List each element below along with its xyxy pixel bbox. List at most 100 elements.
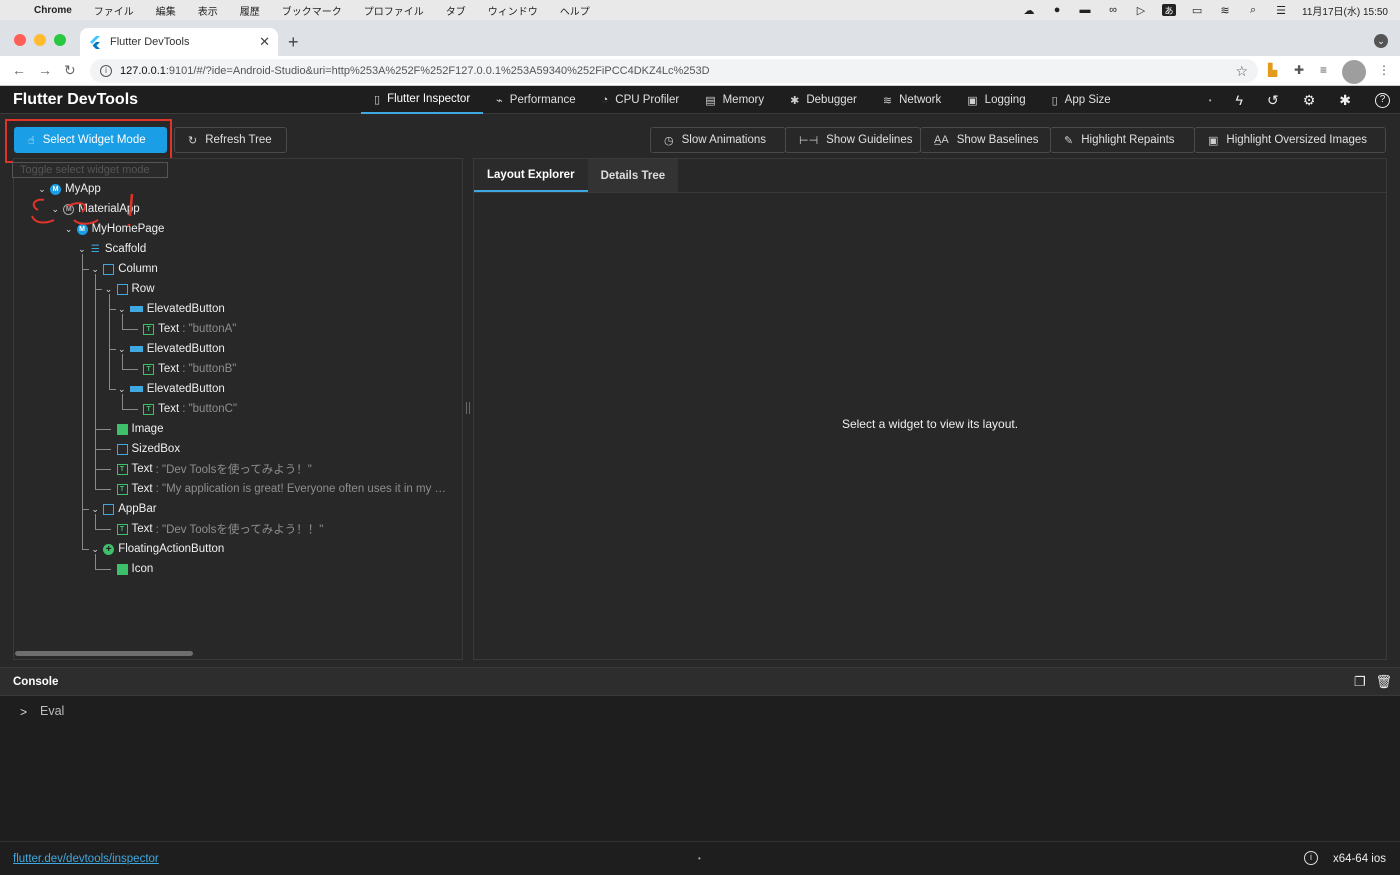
tree-node[interactable]: ⌄ ☰ Scaffold xyxy=(76,239,146,259)
tab-logging[interactable]: ▣ Logging xyxy=(954,86,1038,114)
show-guidelines-button[interactable]: ⊢⊣ Show Guidelines xyxy=(785,127,921,153)
tab-debugger[interactable]: ✱ Debugger xyxy=(777,86,870,114)
reading-list-icon[interactable]: ≡ xyxy=(1320,63,1327,77)
chevron-down-icon[interactable]: ⌄ xyxy=(89,504,101,515)
highlight-repaints-button[interactable]: ✎ Highlight Repaints xyxy=(1050,127,1195,153)
back-arrow-icon[interactable]: ← xyxy=(12,62,26,78)
hot-restart-icon[interactable]: ↺ xyxy=(1267,92,1279,109)
highlight-oversized-images-button[interactable]: ▣ Highlight Oversized Images xyxy=(1194,127,1386,153)
menu-profile[interactable]: プロファイル xyxy=(364,3,424,18)
battery-icon[interactable]: ▭ xyxy=(1190,4,1204,17)
menu-edit[interactable]: 編集 xyxy=(156,3,176,18)
tree-node[interactable]: ⌄ + FloatingActionButton xyxy=(89,539,224,559)
chrome-menu-icon[interactable]: ⋮ xyxy=(1378,63,1390,77)
menu-tab[interactable]: タブ xyxy=(446,3,466,18)
menu-window[interactable]: ウィンドウ xyxy=(488,3,538,18)
tree-node[interactable]: T Text: "My application is great! Everyon… xyxy=(103,479,446,499)
tree-node[interactable]: T Text: "buttonA" xyxy=(129,319,236,339)
menu-file[interactable]: ファイル xyxy=(94,3,134,18)
tree-node[interactable]: T Text: "buttonB" xyxy=(129,359,236,379)
copy-icon[interactable]: ❐ xyxy=(1354,674,1366,690)
chevron-down-icon[interactable]: ⌄ xyxy=(76,244,88,255)
refresh-tree-button[interactable]: ↻ Refresh Tree xyxy=(174,127,287,153)
tab-cpu-profiler[interactable]: ◔ CPU Profiler xyxy=(589,86,693,114)
tree-node[interactable]: T Text: "Dev Toolsを使ってみよう！" xyxy=(103,459,312,479)
tab-details-tree[interactable]: Details Tree xyxy=(588,159,679,192)
hat-icon[interactable]: ● xyxy=(1050,4,1064,16)
tab-app-size[interactable]: ▯ App Size xyxy=(1039,86,1124,114)
tree-node[interactable]: ⌄ Column xyxy=(89,259,157,279)
wifi-icon[interactable]: ≋ xyxy=(1218,4,1232,17)
extension-flag-icon[interactable]: ▙ xyxy=(1268,63,1277,77)
browser-tab[interactable]: Flutter DevTools ✕ xyxy=(80,28,278,56)
forward-arrow-icon[interactable]: → xyxy=(38,62,52,78)
chevron-down-icon[interactable]: ⌄ xyxy=(116,384,128,395)
show-baselines-button[interactable]: A̲A Show Baselines xyxy=(920,127,1051,153)
tree-connector-line xyxy=(81,509,89,510)
close-tab-icon[interactable]: ✕ xyxy=(259,34,270,50)
tree-node[interactable]: Icon xyxy=(103,559,153,579)
chevron-down-icon[interactable]: ⌄ xyxy=(89,264,101,275)
address-bar[interactable]: i 127.0.0.1 :9101/#/?ide=Android-Studio&… xyxy=(90,59,1258,83)
tree-node[interactable]: T Text: "Dev Toolsを使ってみよう！！" xyxy=(103,519,323,539)
play-icon[interactable]: ▷ xyxy=(1134,4,1148,17)
menu-help[interactable]: ヘルプ xyxy=(560,3,590,18)
chevron-down-icon[interactable]: ⌄ xyxy=(116,344,128,355)
eval-input[interactable]: Eval xyxy=(40,704,64,718)
tree-node[interactable]: Image xyxy=(103,419,163,439)
close-window-icon[interactable] xyxy=(14,34,26,46)
chevron-down-icon[interactable]: ⌄ xyxy=(103,284,115,295)
creative-cloud-icon[interactable]: ☁ xyxy=(1022,4,1036,17)
tab-performance[interactable]: ⌁ Performance xyxy=(483,86,588,114)
tab-layout-explorer[interactable]: Layout Explorer xyxy=(474,159,588,192)
widget-type-icon: T xyxy=(116,463,128,475)
report-bug-icon[interactable]: ✱ xyxy=(1339,92,1351,109)
help-icon[interactable]: ? xyxy=(1375,92,1390,108)
control-center-icon[interactable]: ☰ xyxy=(1274,4,1288,17)
widget-type-icon xyxy=(103,263,115,275)
tree-node[interactable]: ⌄ ElevatedButton xyxy=(116,379,225,399)
menu-chrome[interactable]: Chrome xyxy=(34,5,72,16)
minimize-window-icon[interactable] xyxy=(34,34,46,46)
spotlight-search-icon[interactable]: ⌕ xyxy=(1246,4,1260,16)
tab-network[interactable]: ≋ Network xyxy=(870,86,954,114)
input-method-icon[interactable]: あ xyxy=(1162,4,1177,16)
timer-icon: ◷ xyxy=(664,134,674,147)
tree-node[interactable]: ⌄ Row xyxy=(103,279,155,299)
widget-tree-panel[interactable]: ⌄ M MyApp ⌄ M MaterialApp ⌄ M MyHomePage ⌄ ☰ Scaffo… xyxy=(13,158,463,660)
horizontal-scrollbar[interactable] xyxy=(15,651,193,656)
profile-avatar[interactable] xyxy=(1342,60,1366,84)
tab-search-icon[interactable]: ⌄ xyxy=(1374,34,1388,48)
docker-icon[interactable]: ▬ xyxy=(1078,4,1092,16)
glasses-icon[interactable]: ∞ xyxy=(1106,4,1120,16)
tree-node[interactable]: T Text: "buttonC" xyxy=(129,399,237,419)
console-output[interactable]: > Eval xyxy=(0,696,1400,841)
tree-node[interactable]: ⌄ ElevatedButton xyxy=(116,299,225,319)
widget-type-icon xyxy=(129,346,143,352)
extensions-puzzle-icon[interactable]: ✚ xyxy=(1294,63,1304,77)
new-tab-icon[interactable]: + xyxy=(288,32,299,53)
tab-flutter-inspector[interactable]: ▯ Flutter Inspector xyxy=(361,86,484,114)
inspector-docs-link[interactable]: flutter.dev/devtools/inspector xyxy=(13,853,159,865)
settings-gear-icon[interactable]: ⚙ xyxy=(1303,92,1316,109)
site-info-icon[interactable]: i xyxy=(100,65,112,77)
menu-view[interactable]: 表示 xyxy=(198,3,218,18)
menu-bookmarks[interactable]: ブックマーク xyxy=(282,3,342,18)
hot-reload-icon[interactable]: ϟ xyxy=(1236,92,1243,108)
slow-animations-button[interactable]: ◷ Slow Animations xyxy=(650,127,786,153)
menu-history[interactable]: 履歴 xyxy=(240,3,260,18)
chevron-down-icon[interactable]: ⌄ xyxy=(116,304,128,315)
refresh-tree-label: Refresh Tree xyxy=(205,134,272,146)
info-icon[interactable]: i xyxy=(1304,851,1318,865)
tab-memory[interactable]: ▤ Memory xyxy=(692,86,777,114)
zoom-window-icon[interactable] xyxy=(54,34,66,46)
panel-splitter-handle[interactable] xyxy=(466,402,470,414)
tree-node[interactable]: ⌄ ElevatedButton xyxy=(116,339,225,359)
tree-node[interactable]: ⌄ AppBar xyxy=(89,499,156,519)
tree-node[interactable]: SizedBox xyxy=(103,439,180,459)
reload-icon[interactable]: ↻ xyxy=(64,62,76,79)
chevron-down-icon[interactable]: ⌄ xyxy=(89,544,101,555)
delete-icon[interactable]: 🗑 xyxy=(1375,674,1392,690)
menubar-clock[interactable]: 11月17日(水) 15:50 xyxy=(1302,3,1388,18)
bookmark-star-icon[interactable]: ☆ xyxy=(1235,63,1248,80)
